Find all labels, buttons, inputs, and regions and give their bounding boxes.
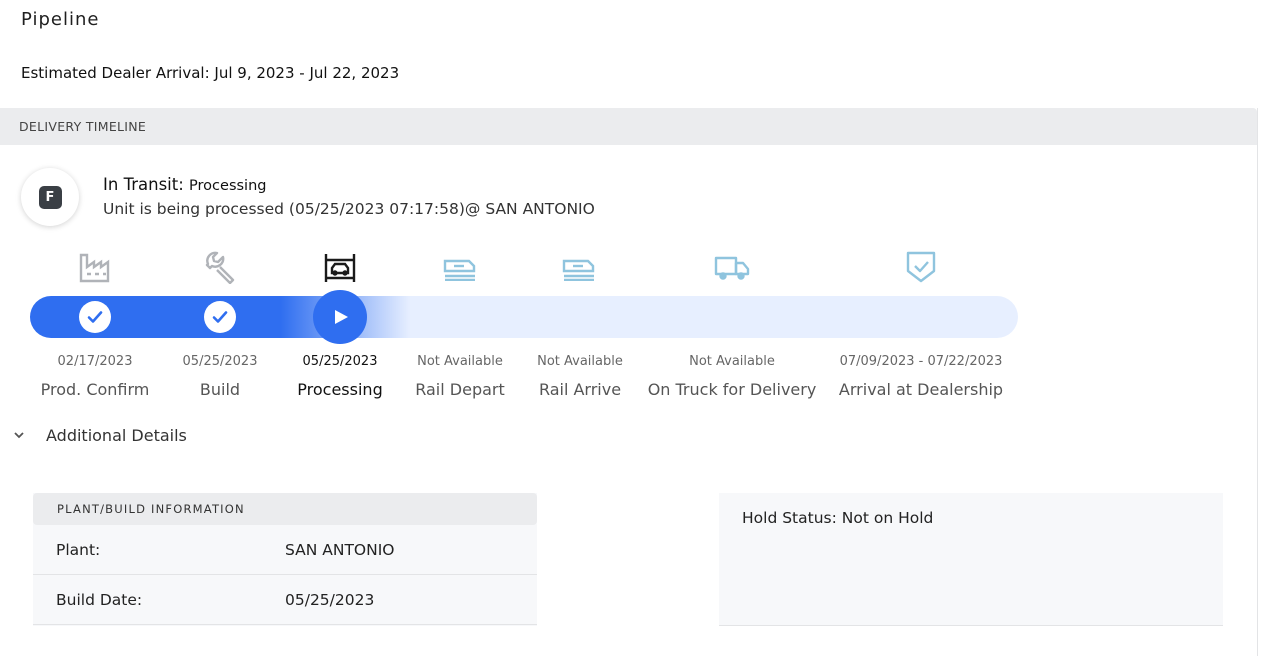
additional-details-label[interactable]: Additional Details: [46, 426, 187, 445]
rail-car-icon: [561, 249, 597, 285]
progress-track: [30, 296, 1018, 338]
hold-status-card: Hold Status: Not on Hold: [719, 493, 1223, 626]
build-date-value: 05/25/2023: [285, 590, 375, 609]
plant-label: Plant:: [56, 540, 101, 559]
build-date-label: Build Date:: [56, 590, 143, 609]
estimated-dealer-arrival: Estimated Dealer Arrival: Jul 9, 2023 - …: [21, 64, 400, 82]
current-stage-play-icon: [313, 290, 367, 344]
stage-date-arrival: 07/09/2023 - 07/22/2023: [839, 354, 1003, 369]
plant-value: SAN ANTONIO: [285, 540, 395, 559]
stage-name-on-truck: On Truck for Delivery: [647, 380, 817, 399]
plant-build-card: PLANT/BUILD INFORMATION Plant: SAN ANTON…: [33, 493, 537, 626]
additional-details-toggle[interactable]: Additional Details: [14, 426, 187, 445]
build-date-row: Build Date: 05/25/2023: [33, 575, 537, 625]
page-title: Pipeline: [21, 9, 100, 30]
hold-status: Hold Status: Not on Hold: [742, 509, 934, 527]
shield-check-icon: [903, 249, 939, 285]
stage-date-on-truck: Not Available: [689, 354, 775, 369]
stage-complete-check-icon: [204, 301, 236, 333]
transit-status: In Transit: Processing: [103, 175, 266, 194]
truck-icon: [714, 249, 750, 285]
factory-icon: [77, 249, 113, 285]
chevron-down-icon[interactable]: [14, 429, 34, 442]
vehicle-processing-icon: [322, 249, 358, 285]
delivery-timeline-panel: DELIVERY TIMELINE F In Transit: Processi…: [0, 108, 1258, 656]
brand-badge-icon: F: [38, 185, 62, 209]
plant-row: Plant: SAN ANTONIO: [33, 525, 537, 575]
transit-status-prefix: In Transit:: [103, 175, 184, 194]
rail-car-icon: [442, 249, 478, 285]
avatar: F: [21, 168, 79, 226]
stage-name-arrival: Arrival at Dealership: [838, 380, 1004, 399]
transit-status-value: Processing: [189, 178, 267, 194]
transit-status-detail: Unit is being processed (05/25/2023 07:1…: [103, 200, 595, 218]
plant-build-header: PLANT/BUILD INFORMATION: [33, 493, 537, 525]
wrench-icon: [202, 249, 238, 285]
stage-complete-check-icon: [79, 301, 111, 333]
delivery-timeline-header: DELIVERY TIMELINE: [0, 108, 1257, 145]
